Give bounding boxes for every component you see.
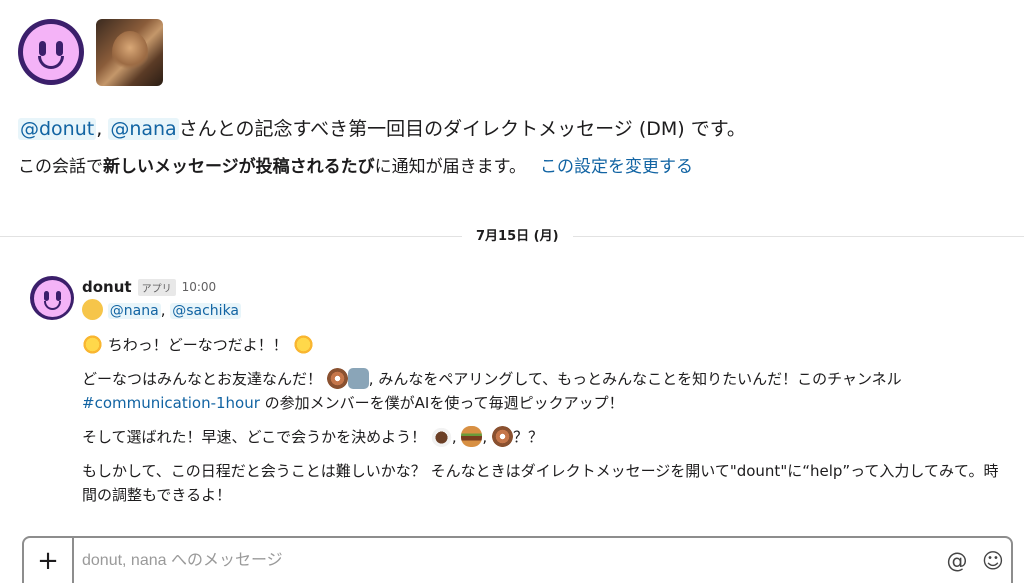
mention-nana[interactable]: @nana — [108, 118, 179, 140]
message-composer: + @ ☺ — [22, 536, 1013, 583]
donut-avatar[interactable] — [18, 19, 84, 85]
para-text-c: の参加メンバーを僕がAIを使って毎週ピックアップ！ — [259, 394, 624, 412]
message-timestamp[interactable]: 10:00 — [182, 280, 217, 294]
message-text: @nana, @sachika ちわっ！どーなつだよ！！ どーなつはみんなとお友… — [82, 298, 1007, 507]
nana-avatar[interactable] — [96, 18, 163, 86]
intro-separator: , — [96, 118, 109, 140]
at-icon[interactable]: @ — [939, 538, 975, 583]
wave-emoji-icon — [82, 299, 103, 320]
channel-link[interactable]: #communication-1hour — [82, 394, 260, 412]
message-input[interactable] — [74, 538, 939, 583]
mention-nana-msg[interactable]: @nana — [107, 303, 161, 319]
emoji-icon[interactable]: ☺ — [975, 538, 1011, 583]
subline-suffix: に通知が届きます。 — [374, 157, 526, 177]
change-settings-link[interactable]: この設定を変更する — [540, 157, 693, 177]
sender-name[interactable]: donut — [82, 278, 132, 296]
burger-emoji-icon — [461, 426, 483, 447]
participant-avatars — [18, 18, 1008, 86]
message-body: donut アプリ 10:00 @nana, @sachika ちわっ！どーなつ… — [82, 276, 1007, 517]
para-text-b: , みんなをペアリングして、もっとみんなことを知りたいんだ！このチャンネル — [368, 370, 902, 388]
plus-icon[interactable]: + — [24, 538, 74, 583]
mention-line: @nana, @sachika — [82, 298, 1007, 323]
emoji-separator: , — [482, 428, 492, 446]
intro-text: @donut, @nana さんとの記念すべき第一回目のダイレクトメッセージ (D… — [18, 116, 1008, 142]
help-paragraph: もしかして、この日程だと会うことは難しいかな？ そんなときはダイレクトメッセージ… — [82, 462, 999, 504]
meeting-end: ？？ — [512, 428, 543, 446]
donut-face-icon — [33, 279, 71, 317]
coffee-emoji-icon — [430, 426, 452, 447]
mention-donut[interactable]: @donut — [18, 118, 97, 140]
intro-paragraph: どーなつはみんなとお友達なんだ！ , みんなをペアリングして、もっとみんなことを… — [82, 367, 1007, 415]
donut-emoji-icon — [491, 426, 513, 447]
sun-emoji-icon — [292, 334, 314, 355]
dm-intro: @donut, @nana さんとの記念すべき第一回目のダイレクトメッセージ (D… — [18, 18, 1008, 180]
message-header: donut アプリ 10:00 — [82, 276, 1007, 298]
emoji-separator: , — [451, 428, 462, 446]
greeting-line: ちわっ！どーなつだよ！！ — [82, 333, 1007, 357]
notification-info: この会話で新しいメッセージが投稿されるたびに通知が届きます。 この設定を変更する — [18, 154, 1008, 180]
donut-face-icon — [23, 24, 79, 80]
mention-sachika[interactable]: @sachika — [170, 303, 242, 319]
greeting-text: ちわっ！どーなつだよ！！ — [103, 336, 293, 354]
mention-separator: , — [160, 301, 171, 319]
message-avatar[interactable] — [30, 276, 74, 320]
meeting-line: そして選ばれた！早速、どこで会うかを決めよう！ , , ？？ — [82, 425, 1007, 449]
date-divider-label[interactable]: 7月15日 (月) — [462, 225, 573, 249]
app-badge: アプリ — [137, 278, 176, 296]
intro-body: さんとの記念すべき第一回目のダイレクトメッセージ (DM) です。 — [178, 118, 746, 140]
donut-emoji-icon — [326, 368, 348, 389]
subline-bold: 新しいメッセージが投稿されるたび — [103, 157, 375, 177]
sun-emoji-icon — [82, 334, 103, 355]
subline-prefix: この会話で — [18, 157, 103, 177]
robot-emoji-icon — [347, 368, 369, 389]
meeting-text: そして選ばれた！早速、どこで会うかを決めよう！ — [82, 428, 431, 446]
para-text-a: どーなつはみんなとお友達なんだ！ — [82, 370, 327, 388]
